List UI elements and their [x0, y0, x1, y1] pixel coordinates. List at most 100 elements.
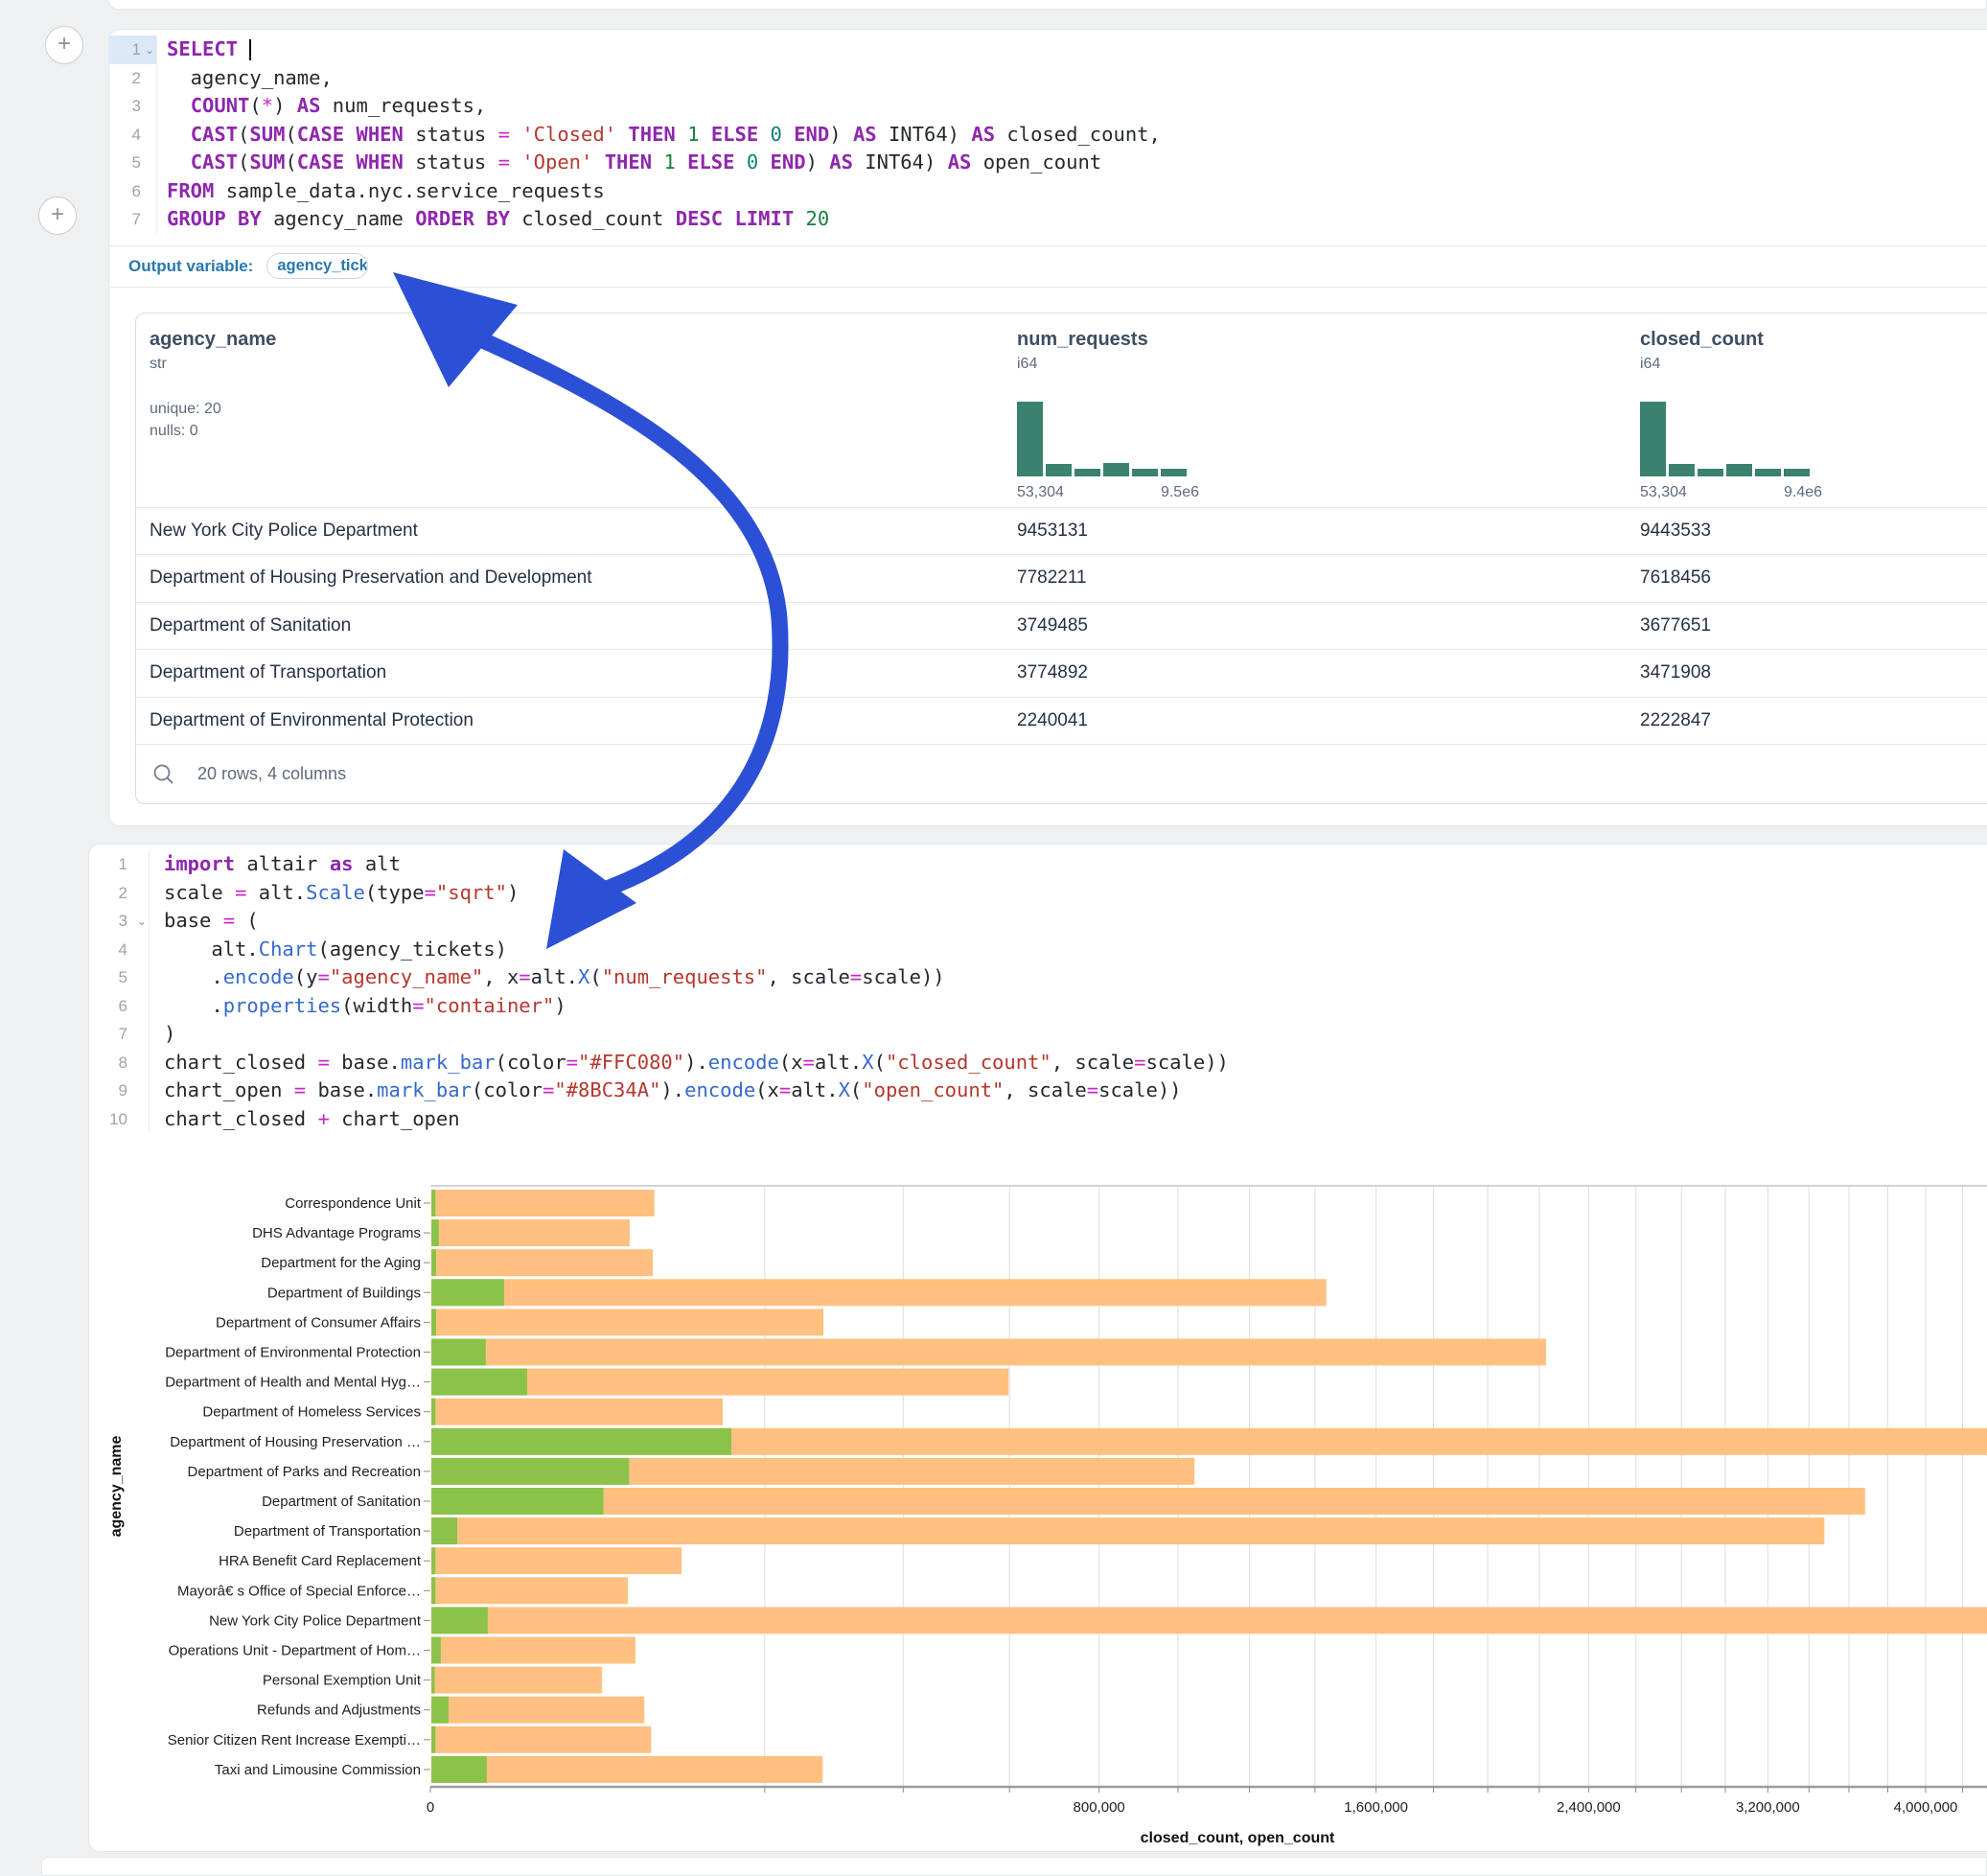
code-line[interactable]: 6 .properties(width="container"): [89, 992, 1987, 1021]
code-text: ): [149, 1020, 175, 1049]
code-line[interactable]: 1⌄SELECT: [109, 35, 1987, 64]
open-count-bar[interactable]: [431, 1488, 604, 1515]
add-cell-button[interactable]: +: [45, 26, 83, 64]
x-tick-label: 0: [427, 1799, 434, 1816]
code-text: GROUP BY agency_name ORDER BY closed_cou…: [156, 205, 829, 234]
column-type: str: [150, 356, 1004, 373]
code-line[interactable]: 1import altair as alt: [89, 850, 1987, 879]
open-count-bar[interactable]: [431, 1399, 435, 1425]
sql-code-editor[interactable]: 1⌄SELECT 2 agency_name,3 COUNT(*) AS num…: [109, 30, 1987, 245]
table-row[interactable]: Department of Sanitation37494853677651: [136, 602, 1987, 650]
add-cell-button[interactable]: +: [38, 197, 77, 235]
line-number: 3⌄: [89, 907, 149, 936]
open-count-bar[interactable]: [431, 1726, 435, 1753]
closed-count-bar[interactable]: [431, 1577, 628, 1604]
open-count-bar[interactable]: [431, 1458, 629, 1485]
code-text: CAST(SUM(CASE WHEN status = 'Closed' THE…: [156, 121, 1161, 150]
column-type: i64: [1640, 356, 1987, 373]
code-line[interactable]: 7GROUP BY agency_name ORDER BY closed_co…: [109, 205, 1987, 234]
code-line[interactable]: 4 CAST(SUM(CASE WHEN status = 'Closed' T…: [109, 121, 1987, 150]
code-line[interactable]: 6FROM sample_data.nyc.service_requests: [109, 177, 1987, 206]
closed-count-bar[interactable]: [431, 1517, 1824, 1544]
output-variable-pill[interactable]: agency_tickets: [266, 253, 368, 279]
next-cell-edge: [41, 1857, 1987, 1876]
code-line[interactable]: 5 CAST(SUM(CASE WHEN status = 'Open' THE…: [109, 149, 1987, 177]
column-header-num_requests[interactable]: num_requestsi6453,3049.5e6: [1004, 313, 1627, 507]
code-line[interactable]: 3⌄base = (: [89, 907, 1987, 936]
column-header-agency_name[interactable]: agency_namestrunique: 20nulls: 0: [136, 313, 1004, 507]
open-count-bar[interactable]: [431, 1607, 488, 1633]
open-count-bar[interactable]: [431, 1547, 435, 1574]
open-count-bar[interactable]: [431, 1697, 449, 1724]
open-count-bar[interactable]: [431, 1428, 731, 1455]
column-header-closed_count[interactable]: closed_counti6453,3049.4e6: [1627, 313, 1987, 507]
open-count-bar[interactable]: [431, 1339, 486, 1366]
open-count-bar[interactable]: [431, 1369, 527, 1396]
code-line[interactable]: 9chart_open = base.mark_bar(color="#8BC3…: [89, 1077, 1987, 1105]
x-tick-label: 4,000,000: [1894, 1799, 1958, 1816]
histogram-range-labels: 53,3049.4e6: [1640, 484, 1822, 501]
table-row[interactable]: Department of Transportation377489234719…: [136, 649, 1987, 697]
python-code-editor[interactable]: 1import altair as alt2scale = alt.Scale(…: [89, 845, 1987, 1145]
closed-count-bar[interactable]: [431, 1756, 822, 1783]
output-variable-row: Output variable: agency_tickets: [109, 245, 1987, 288]
closed-count-bar[interactable]: [431, 1249, 653, 1276]
table-cell: 7782211: [1004, 555, 1627, 602]
closed-count-bar[interactable]: [431, 1309, 823, 1335]
closed-count-bar[interactable]: [431, 1726, 651, 1753]
code-line[interactable]: 7): [89, 1020, 1987, 1049]
open-count-bar[interactable]: [431, 1577, 435, 1604]
line-number: 1⌄: [109, 35, 156, 64]
closed-count-bar[interactable]: [431, 1667, 602, 1694]
code-line[interactable]: 2scale = alt.Scale(type="sqrt"): [89, 879, 1987, 908]
code-text: agency_name,: [156, 64, 333, 93]
y-axis-label: Senior Citizen Rent Increase Exempti…: [168, 1732, 421, 1749]
code-line[interactable]: 4 alt.Chart(agency_tickets): [89, 936, 1987, 964]
closed-count-bar[interactable]: [431, 1279, 1327, 1306]
code-line[interactable]: 8chart_closed = base.mark_bar(color="#FF…: [89, 1049, 1987, 1077]
open-count-bar[interactable]: [431, 1637, 441, 1664]
closed-count-bar[interactable]: [431, 1488, 1865, 1515]
line-number: 6: [109, 177, 156, 206]
closed-count-bar[interactable]: [431, 1399, 723, 1425]
column-name: num_requests: [1017, 329, 1627, 351]
code-line[interactable]: 10chart_closed + chart_open: [89, 1105, 1987, 1134]
y-axis-label: Refunds and Adjustments: [257, 1702, 421, 1719]
closed-count-bar[interactable]: [431, 1219, 630, 1246]
open-count-bar[interactable]: [431, 1309, 436, 1335]
open-count-bar[interactable]: [431, 1517, 457, 1544]
histogram-bar: [1017, 402, 1043, 476]
collapse-chevron-icon[interactable]: ⌄: [137, 908, 147, 937]
open-count-bar[interactable]: [431, 1249, 436, 1276]
code-line[interactable]: 2 agency_name,: [109, 64, 1987, 93]
code-text: FROM sample_data.nyc.service_requests: [156, 177, 605, 206]
closed-count-bar[interactable]: [431, 1697, 644, 1724]
closed-count-bar[interactable]: [431, 1339, 1546, 1366]
open-count-bar[interactable]: [431, 1190, 435, 1216]
closed-count-bar[interactable]: [431, 1547, 682, 1574]
code-line[interactable]: 5 .encode(y="agency_name", x=alt.X("num_…: [89, 963, 1987, 992]
open-count-bar[interactable]: [431, 1279, 504, 1306]
line-number: 9: [89, 1077, 149, 1105]
closed-count-bar[interactable]: [431, 1607, 1987, 1633]
table-cell: 3471908: [1627, 650, 1987, 697]
search-icon[interactable]: [151, 762, 176, 787]
code-text: import altair as alt: [149, 850, 401, 879]
code-line[interactable]: 3 COUNT(*) AS num_requests,: [109, 92, 1987, 121]
y-axis-label: Department of Parks and Recreation: [188, 1464, 421, 1480]
table-row[interactable]: Department of Environmental Protection22…: [136, 697, 1987, 745]
table-header-row: agency_namestrunique: 20nulls: 0num_requ…: [136, 313, 1987, 507]
code-text: chart_closed = base.mark_bar(color="#FFC…: [149, 1049, 1229, 1077]
altair-chart: Correspondence UnitDHS Advantage Program…: [89, 1179, 1987, 1852]
text-cursor: [249, 39, 251, 60]
closed-count-bar[interactable]: [431, 1190, 655, 1216]
table-row[interactable]: New York City Police Department945313194…: [136, 507, 1987, 555]
open-count-bar[interactable]: [431, 1756, 487, 1783]
table-row[interactable]: Department of Housing Preservation and D…: [136, 554, 1987, 602]
open-count-bar[interactable]: [431, 1667, 434, 1694]
open-count-bar[interactable]: [431, 1219, 439, 1246]
y-axis-label: Mayorâ€ s Office of Special Enforce…: [177, 1583, 421, 1599]
line-number: 6: [89, 992, 149, 1021]
closed-count-bar[interactable]: [431, 1637, 635, 1664]
collapse-chevron-icon[interactable]: ⌄: [145, 36, 154, 65]
